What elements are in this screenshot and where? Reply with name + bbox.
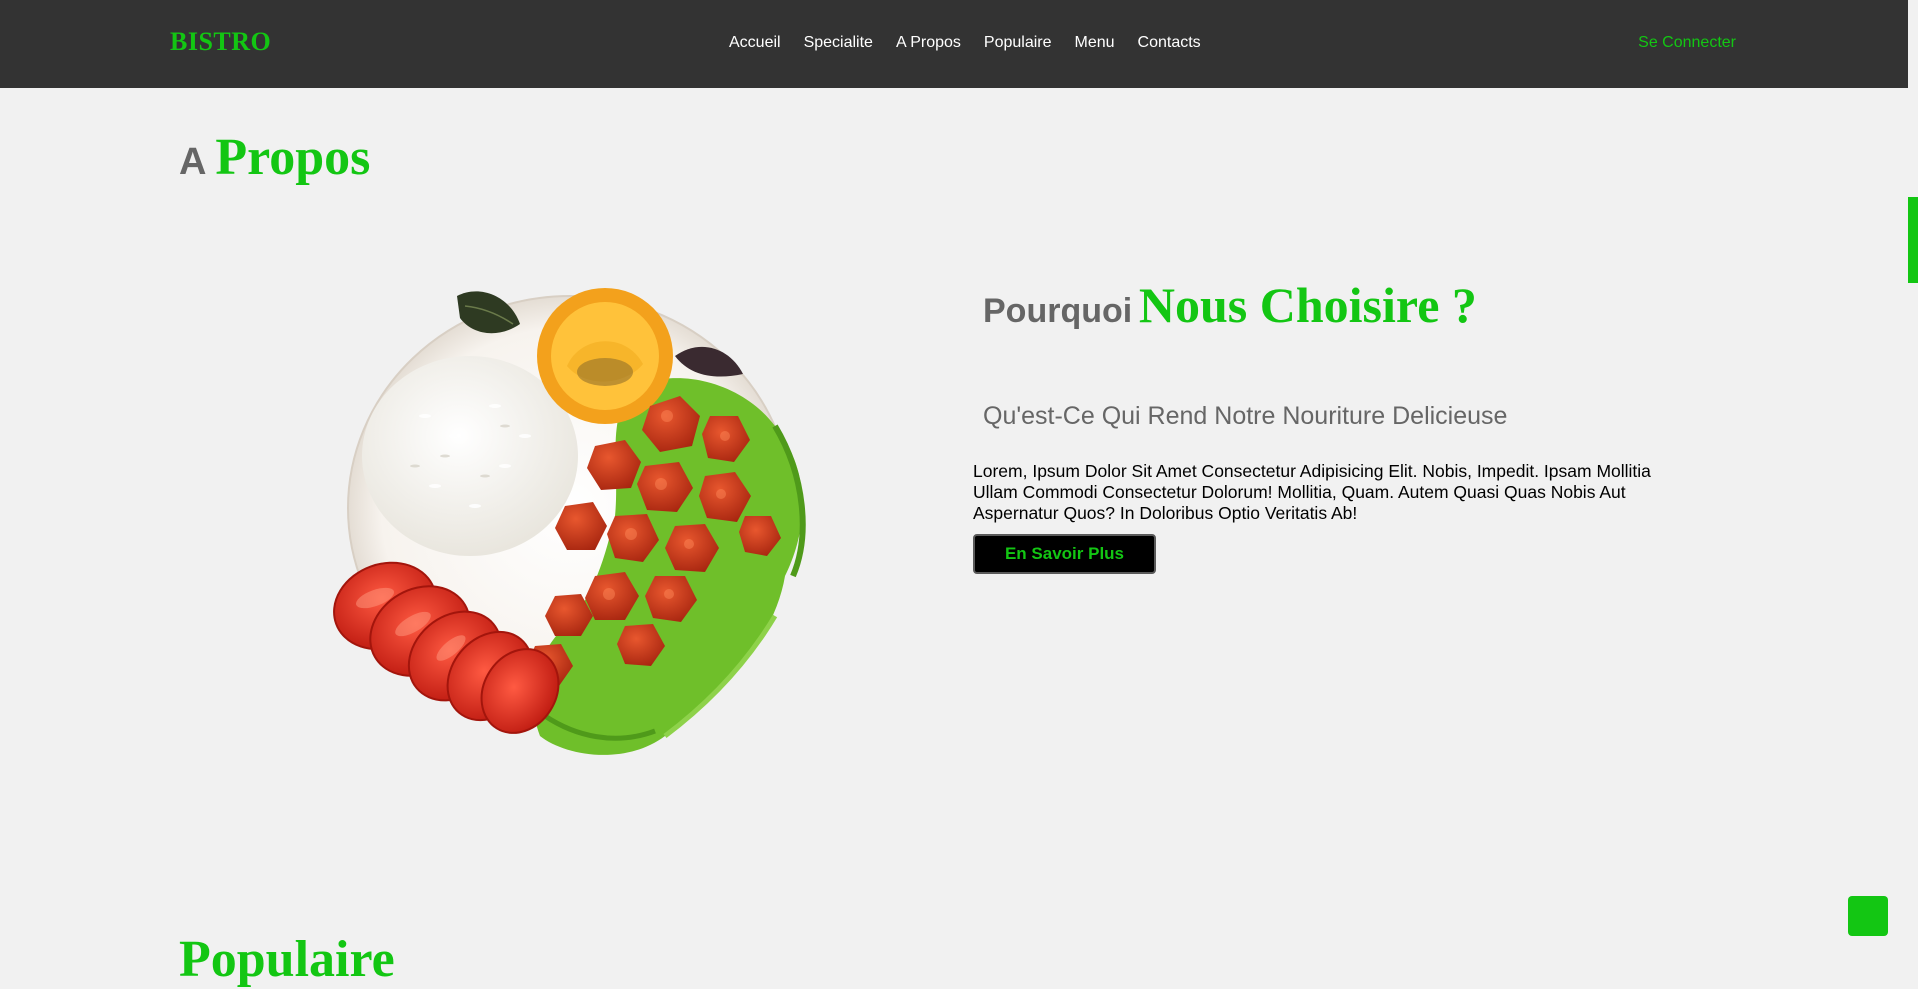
nav-link-a-propos[interactable]: A Propos [896,34,961,52]
why-choose-us-title: Pourquoi Nous Choisire ? [983,276,1477,334]
why-title-main: Nous Choisire ? [1138,277,1477,333]
nav-link-populaire[interactable]: Populaire [984,34,1052,52]
nav-link-contacts[interactable]: Contacts [1138,34,1201,52]
food-plate-image [333,288,806,755]
nav-link-accueil[interactable]: Accueil [729,34,781,52]
populaire-section-title: Populaire [179,931,395,988]
about-subtitle: Qu'est-Ce Qui Rend Notre Nouriture Delic… [983,402,1508,430]
about-title-prefix: A [179,141,207,183]
nav-links: Accueil Specialite A Propos Populaire Me… [729,34,1201,52]
about-title-main: Propos [215,129,371,186]
navbar: BISTRO Accueil Specialite A Propos Popul… [0,0,1908,88]
brand-logo[interactable]: BISTRO [170,27,271,57]
login-link[interactable]: Se Connecter [1638,34,1736,52]
scrollbar-thumb[interactable] [1908,197,1918,283]
about-description: Lorem, Ipsum Dolor Sit Amet Consectetur … [973,461,1651,523]
learn-more-button[interactable]: En Savoir Plus [973,534,1156,574]
scrollbar-track[interactable] [1908,0,1918,956]
nav-link-specialite[interactable]: Specialite [804,34,873,52]
why-title-prefix: Pourquoi [983,292,1133,330]
about-section-title: A Propos [179,128,370,187]
scroll-to-top-icon[interactable] [1848,896,1888,936]
nav-link-menu[interactable]: Menu [1075,34,1115,52]
